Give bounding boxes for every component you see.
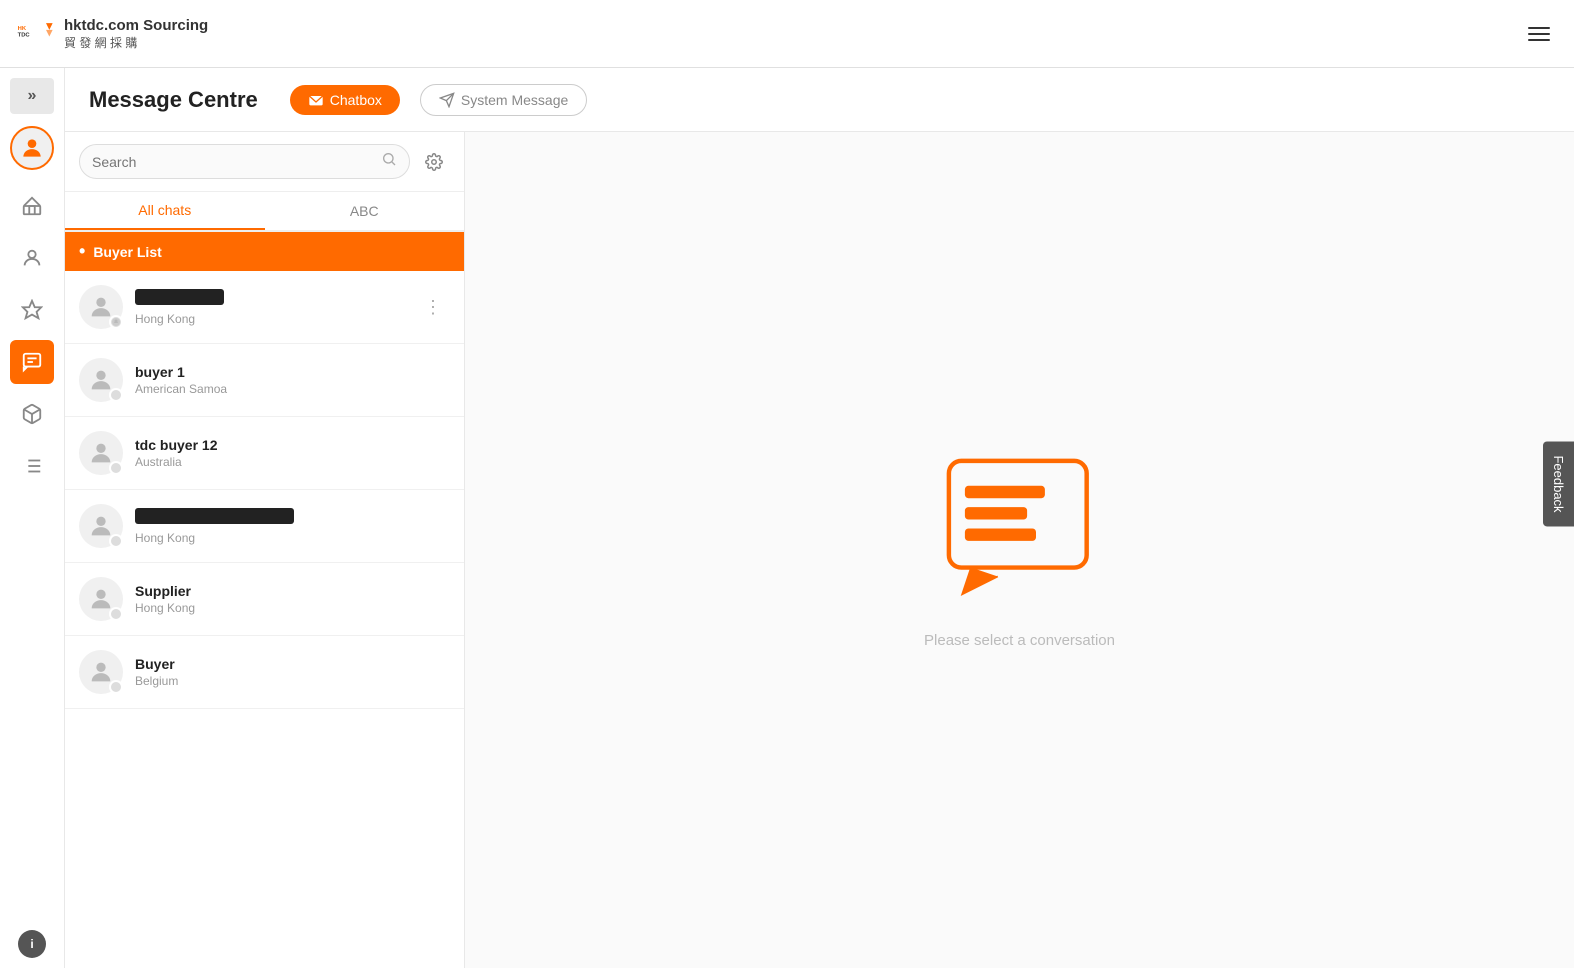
- user-avatar-button[interactable]: [10, 126, 54, 170]
- chat-name: buyer 1: [135, 364, 450, 380]
- logo-text: hktdc.com Sourcing 貿 發 網 採 購: [64, 17, 208, 51]
- system-message-icon: [439, 92, 455, 108]
- chat-layout: All chats ABC Buyer List: [65, 132, 1574, 968]
- user-icon: [21, 247, 43, 269]
- chat-avatar: [79, 577, 123, 621]
- nav-list-button[interactable]: [10, 444, 54, 488]
- gear-icon: [425, 153, 443, 171]
- tab-all-chats[interactable]: All chats: [65, 192, 265, 230]
- chat-more-button[interactable]: ⋮: [416, 293, 450, 322]
- chat-item[interactable]: Supplier Hong Kong: [65, 563, 464, 636]
- chat-items-list: C████████ Hong Kong ⋮: [65, 271, 464, 968]
- chat-avatar: [79, 650, 123, 694]
- nav-package-button[interactable]: [10, 392, 54, 436]
- svg-text:HK: HK: [18, 25, 27, 31]
- list-icon: [21, 455, 43, 477]
- chat-name-redacted: C████████: [135, 289, 224, 305]
- page-header: Message Centre Chatbox System Message: [65, 68, 1574, 132]
- chat-location: American Samoa: [135, 382, 450, 396]
- nav-home-button[interactable]: [10, 184, 54, 228]
- chat-info: tdc buyer 12 Australia: [135, 437, 450, 469]
- chatbox-tab-button[interactable]: Chatbox: [290, 85, 400, 115]
- feedback-tab[interactable]: Feedback: [1543, 441, 1574, 526]
- svg-text:TDC: TDC: [18, 32, 31, 38]
- badge-icon: [111, 308, 121, 336]
- content-area: Message Centre Chatbox System Message: [65, 68, 1574, 968]
- search-icon-button[interactable]: [381, 151, 397, 172]
- chat-search-row: [65, 132, 464, 192]
- page-title: Message Centre: [89, 87, 258, 113]
- chat-icon: [21, 351, 43, 373]
- info-button[interactable]: i: [18, 930, 46, 958]
- sidebar-collapse-button[interactable]: »: [10, 78, 54, 114]
- empty-state-text: Please select a conversation: [924, 632, 1115, 649]
- nav-user-button[interactable]: [10, 236, 54, 280]
- chat-info: Supplier Hong Kong: [135, 583, 450, 615]
- chat-name: tdc buyer 12: [135, 437, 450, 453]
- chat-item[interactable]: tdc buyer 12 Australia: [65, 417, 464, 490]
- buyer-list-header: Buyer List: [65, 232, 464, 271]
- collapse-icon: »: [28, 87, 37, 105]
- star-icon: [21, 299, 43, 321]
- chat-name-redacted: ████████████████: [135, 508, 294, 524]
- search-box: [79, 144, 410, 179]
- chat-location: Belgium: [135, 674, 450, 688]
- brand-name: hktdc.com Sourcing: [64, 17, 208, 34]
- nav-chat-button[interactable]: [10, 340, 54, 384]
- avatar-badge: [109, 461, 123, 475]
- chat-illustration: [930, 452, 1110, 612]
- package-icon: [21, 403, 43, 425]
- avatar-badge: [109, 388, 123, 402]
- logo-container: HK TDC hktdc.com Sourcing 貿 發 網 採 購: [16, 16, 208, 52]
- chat-item[interactable]: Buyer Belgium: [65, 636, 464, 709]
- chat-item[interactable]: buyer 1 American Samoa: [65, 344, 464, 417]
- avatar-badge: [109, 680, 123, 694]
- main-layout: »: [0, 68, 1574, 968]
- chat-info: buyer 1 American Samoa: [135, 364, 450, 396]
- hamburger-menu-button[interactable]: [1520, 19, 1558, 49]
- hamburger-icon: [1528, 27, 1550, 41]
- chat-name: Buyer: [135, 656, 450, 672]
- chat-avatar: [79, 285, 123, 329]
- chat-avatar: [79, 358, 123, 402]
- chat-info: Buyer Belgium: [135, 656, 450, 688]
- avatar-badge: [109, 534, 123, 548]
- chat-location: Hong Kong: [135, 601, 450, 615]
- chat-avatar: [79, 431, 123, 475]
- chat-name: Supplier: [135, 583, 450, 599]
- chat-list-panel: All chats ABC Buyer List: [65, 132, 465, 968]
- sidebar-narrow: »: [0, 68, 65, 968]
- avatar-icon: [19, 135, 45, 161]
- nav-favorites-button[interactable]: [10, 288, 54, 332]
- search-input[interactable]: [92, 154, 375, 170]
- chat-avatar: [79, 504, 123, 548]
- chat-tabs: All chats ABC: [65, 192, 464, 232]
- avatar-badge: [109, 607, 123, 621]
- system-message-tab-button[interactable]: System Message: [420, 84, 587, 116]
- chat-location: Hong Kong: [135, 312, 416, 326]
- sidebar-bottom: i: [18, 930, 46, 958]
- chat-info: C████████ Hong Kong: [135, 289, 416, 326]
- tab-abc[interactable]: ABC: [265, 192, 465, 230]
- top-header: HK TDC hktdc.com Sourcing 貿 發 網 採 購: [0, 0, 1574, 68]
- chat-location: Australia: [135, 455, 450, 469]
- chatbox-envelope-icon: [308, 93, 324, 107]
- conversation-area: Please select a conversation: [465, 132, 1574, 968]
- hktdc-logo-icon: HK TDC: [16, 16, 56, 52]
- brand-chinese: 貿 發 網 採 購: [64, 34, 208, 51]
- home-icon: [21, 195, 43, 217]
- chat-info: ████████████████ Hong Kong: [135, 508, 450, 545]
- settings-button[interactable]: [418, 146, 450, 178]
- chat-item[interactable]: C████████ Hong Kong ⋮: [65, 271, 464, 344]
- chat-location: Hong Kong: [135, 531, 450, 545]
- avatar-badge: [109, 315, 123, 329]
- search-icon: [381, 151, 397, 167]
- chat-item[interactable]: ████████████████ Hong Kong: [65, 490, 464, 563]
